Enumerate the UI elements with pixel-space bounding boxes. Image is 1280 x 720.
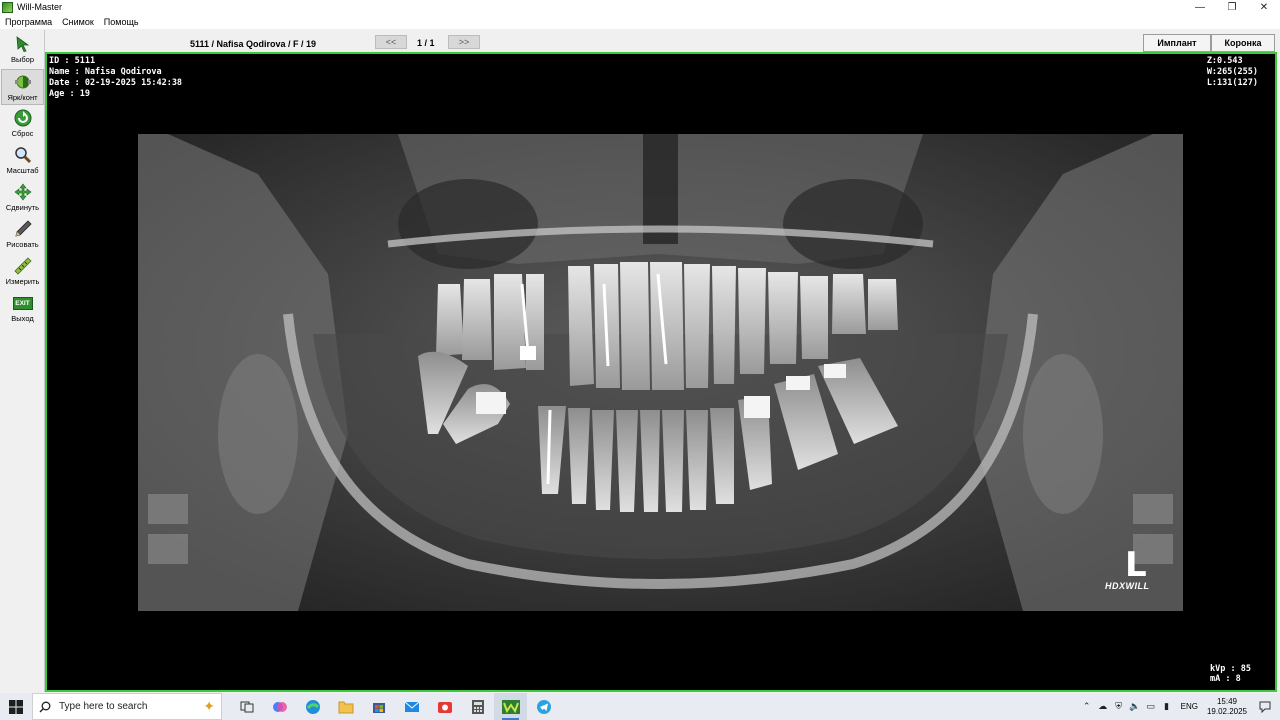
window-level-readout: L:131(127) [1206,78,1258,88]
crown-button[interactable]: Коронка [1211,34,1275,52]
notifications-icon[interactable] [1250,693,1280,720]
copilot-sparkle-icon: ✦ [203,698,215,714]
menu-help[interactable]: Помощь [99,17,144,27]
side-marker-label: L [1125,545,1147,585]
brightness-contrast-tool-button[interactable]: Ярк/конт [1,69,44,105]
select-tool-button[interactable]: Выбор [1,32,44,68]
measure-tool-button[interactable]: Измерить [1,254,44,290]
tool-label: Выход [11,314,34,323]
patient-age: Age : 19 [49,89,90,99]
reset-icon [13,109,33,127]
taskbar-search[interactable]: Type here to search ✦ [32,693,222,720]
taskbar-apps [230,693,560,720]
menu-bar: Программа Снимок Помощь [0,14,1280,29]
file-explorer-icon[interactable] [329,693,362,720]
draw-tool-button[interactable]: Рисовать [1,217,44,253]
tool-label: Сдвинуть [5,203,40,212]
app-logo-icon [2,1,13,13]
tool-label: Сброс [11,129,34,138]
battery-icon[interactable]: ▮ [1159,693,1175,720]
pointer-arrow-icon [13,35,33,53]
volume-icon[interactable]: 🔈 [1127,693,1143,720]
clock-date: 19.02.2025 [1206,706,1248,716]
tool-label: Рисовать [6,240,39,249]
close-button[interactable]: ✕ [1248,0,1280,14]
telegram-icon[interactable] [527,693,560,720]
window-title: Will-Master [17,2,62,12]
tool-label: Ярк/конт [7,93,38,102]
menu-image[interactable]: Снимок [57,17,99,27]
tool-label: Выбор [10,55,35,64]
left-toolbar: Выбор Ярк/конт Сброс Масштаб Сдвинуть Ри… [0,30,45,692]
mail-icon[interactable] [395,693,428,720]
menu-program[interactable]: Программа [0,17,57,27]
pencil-icon [13,220,33,238]
search-placeholder: Type here to search [59,701,148,712]
brightness-contrast-icon [13,73,33,91]
exit-icon: EXIT [12,294,33,312]
image-viewer[interactable]: ID : 5111 Name : Nafisa Qodirova Date : … [45,52,1277,692]
next-image-button[interactable]: >> [448,35,480,49]
camera-app-icon[interactable] [428,693,461,720]
search-icon [39,701,51,712]
edge-icon[interactable] [296,693,329,720]
kvp-readout: kVp : 85 [1210,664,1251,674]
reset-tool-button[interactable]: Сброс [1,106,44,142]
exit-tool-button[interactable]: EXIT Выход [1,291,44,327]
restore-button[interactable]: ❐ [1216,0,1248,14]
zoom-tool-button[interactable]: Масштаб [1,143,44,179]
study-date: Date : 02-19-2025 15:42:38 [49,78,183,88]
exit-icon-text: EXIT [12,296,33,310]
start-button[interactable] [0,693,32,720]
zoom-magnifier-icon [13,146,33,164]
previous-image-button[interactable]: << [375,35,407,49]
calculator-icon[interactable] [461,693,494,720]
patient-summary: 5111 / Nafisa Qodirova / F / 19 [190,39,317,49]
hdxwill-logo: HDXWILL [1105,581,1150,591]
exposure-info-overlay: kVp : 85 mA : 8 [1210,664,1251,684]
patient-id: ID : 5111 [49,56,96,66]
tool-label: Измерить [5,277,40,286]
windows-logo-icon [9,699,23,714]
shield-icon[interactable]: ⛨ [1111,693,1127,720]
viewer-header: 5111 / Nafisa Qodirova / F / 19 << 1 / 1… [45,30,1280,52]
implant-button[interactable]: Имплант [1143,34,1211,52]
move-arrows-icon [13,183,33,201]
chevron-up-icon[interactable]: ⌃ [1079,693,1095,720]
ruler-icon [13,257,33,275]
patient-name: Name : Nafisa Qodirova [49,67,162,77]
move-tool-button[interactable]: Сдвинуть [1,180,44,216]
network-icon[interactable]: ▭ [1143,693,1159,720]
page-indicator: 1 / 1 [417,38,435,48]
title-bar: Will-Master — ❐ ✕ [0,0,1280,14]
tool-label: Масштаб [6,166,39,175]
ma-readout: mA : 8 [1210,674,1241,684]
zoom-readout: Z:0.543 [1206,56,1243,66]
panoramic-xray-image[interactable] [138,134,1183,611]
patient-info-overlay: ID : 5111 Name : Nafisa Qodirova Date : … [49,56,182,100]
window-width-readout: W:265(255) [1206,67,1258,77]
will-master-icon[interactable] [494,693,527,720]
taskbar-clock[interactable]: 15:49 19.02.2025 [1204,697,1250,717]
clock-time: 15:49 [1216,696,1238,706]
copilot-icon[interactable] [263,693,296,720]
windows-taskbar: Type here to search ✦ ⌃ ☁ ⛨ 🔈 ▭ ▮ ENG 15… [0,693,1280,720]
minimize-button[interactable]: — [1184,0,1216,14]
store-icon[interactable] [362,693,395,720]
window-controls: — ❐ ✕ [1184,0,1280,14]
display-info-overlay: Z:0.543 W:265(255) L:131(127) [1207,56,1258,89]
language-indicator[interactable]: ENG [1175,702,1204,711]
system-tray: ⌃ ☁ ⛨ 🔈 ▭ ▮ ENG 15:49 19.02.2025 [1079,693,1280,720]
task-view-icon[interactable] [230,693,263,720]
onedrive-icon[interactable]: ☁ [1095,693,1111,720]
